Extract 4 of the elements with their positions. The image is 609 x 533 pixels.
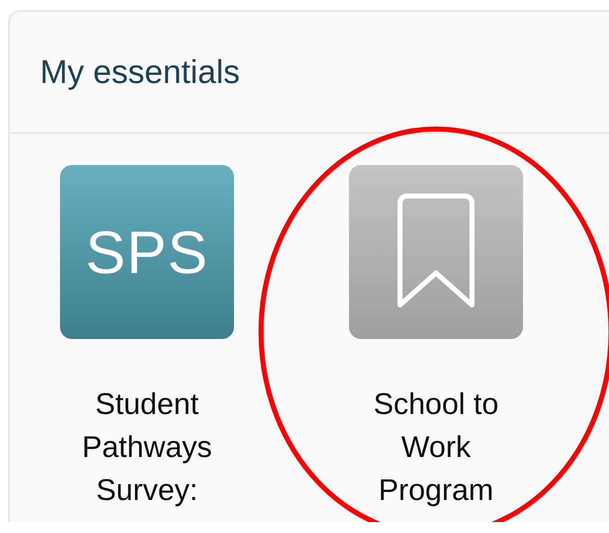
tile-label[interactable]: School to Work Program: [341, 383, 531, 512]
card-title: My essentials: [40, 53, 240, 91]
tile-label[interactable]: Student Pathways Survey:: [52, 383, 242, 512]
app-icon[interactable]: [349, 165, 523, 339]
